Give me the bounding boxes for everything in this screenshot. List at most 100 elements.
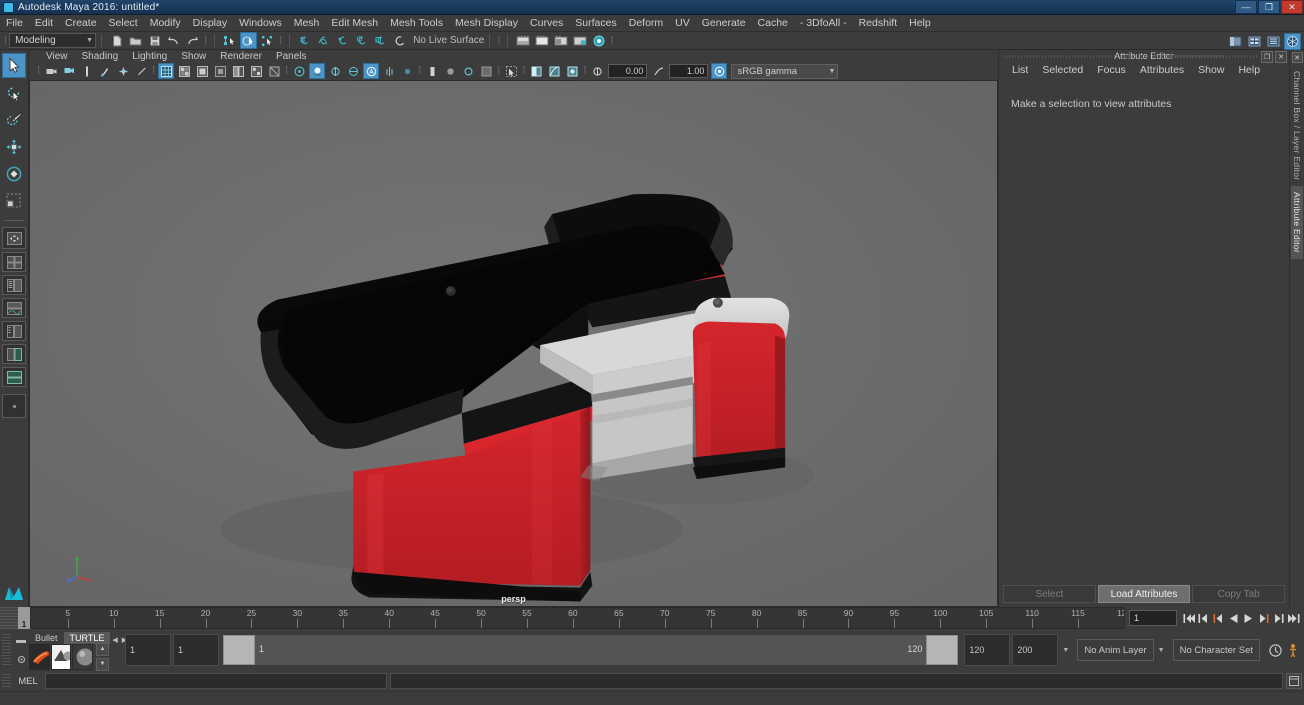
command-line-grip[interactable] (2, 674, 11, 688)
ae-menu-selected[interactable]: Selected (1035, 62, 1090, 78)
ae-menu-attributes[interactable]: Attributes (1133, 62, 1191, 78)
shelf-menu-icon[interactable]: ▬ (16, 635, 26, 646)
wireframe-on-shaded-icon[interactable] (230, 63, 246, 79)
flat-shade-icon[interactable] (212, 63, 228, 79)
gamma-display-icon[interactable] (546, 63, 562, 79)
menu-uv[interactable]: UV (669, 15, 696, 31)
viewport-menu-renderer[interactable]: Renderer (213, 50, 269, 63)
viewport-menu-panels[interactable]: Panels (269, 50, 314, 63)
camera-attributes-icon[interactable] (79, 63, 95, 79)
view-transform-selector[interactable]: sRGB gamma ▼ (731, 63, 839, 79)
new-scene-icon[interactable] (108, 32, 125, 49)
exposure-display-icon[interactable] (528, 63, 544, 79)
hypershade-persp-layout[interactable] (2, 344, 26, 364)
status-line-grip[interactable]: ⁞ (4, 35, 7, 47)
ae-menu-focus[interactable]: Focus (1090, 62, 1133, 78)
command-input[interactable] (45, 673, 387, 689)
undo-icon[interactable] (165, 32, 182, 49)
exposure-value-field[interactable]: 0.00 (608, 64, 648, 79)
redo-icon[interactable] (184, 32, 201, 49)
anim-layer-selector[interactable]: No Anim Layer (1077, 639, 1154, 661)
xray-icon[interactable] (424, 63, 440, 79)
shelf-scroll-down-icon[interactable]: ▼ (96, 657, 110, 671)
menu-help[interactable]: Help (903, 15, 937, 31)
color-management-icon[interactable] (564, 63, 580, 79)
menu-mesh[interactable]: Mesh (288, 15, 326, 31)
menu-surfaces[interactable]: Surfaces (569, 15, 622, 31)
move-tool[interactable] (2, 134, 26, 159)
viewport-menu-lighting[interactable]: Lighting (125, 50, 174, 63)
menu-windows[interactable]: Windows (233, 15, 288, 31)
perspective-viewport[interactable]: persp (29, 80, 998, 607)
menu-cache[interactable]: Cache (752, 15, 794, 31)
snap-to-curve-icon[interactable] (315, 32, 332, 49)
shelf-tab-bullet[interactable]: Bullet (29, 632, 64, 644)
smooth-shade-all-icon[interactable] (176, 63, 192, 79)
rotate-tool[interactable] (2, 161, 26, 186)
panel-grip-right[interactable] (1169, 55, 1259, 58)
snap-to-point-icon[interactable] (334, 32, 351, 49)
shelf-scroll-up-icon[interactable]: ▲ (96, 642, 110, 656)
time-slider[interactable]: 5 10 15 20 25 30 35 40 45 50 55 60 65 70 75 80 85 90 95 100… (30, 607, 1125, 629)
menu-curves[interactable]: Curves (524, 15, 569, 31)
viewport-menu-show[interactable]: Show (174, 50, 213, 63)
persp-graph-editor-layout[interactable] (2, 298, 26, 318)
exposure-icon[interactable] (589, 63, 605, 79)
maximize-button[interactable]: ❐ (1258, 0, 1280, 14)
multisample-anti-aliasing-icon[interactable] (363, 63, 380, 80)
menu-edit-mesh[interactable]: Edit Mesh (325, 15, 384, 31)
menu-deform[interactable]: Deform (623, 15, 669, 31)
auto-keyframe-icon[interactable] (1266, 643, 1284, 658)
four-view-layout[interactable] (2, 252, 26, 272)
shaded-wireframe-toggle-icon[interactable] (478, 63, 494, 79)
hypershade-icon[interactable] (590, 32, 607, 49)
isolate-select-icon[interactable] (399, 63, 415, 79)
screen-space-ambient-occlusion-icon[interactable] (327, 63, 343, 79)
select-by-hierarchy-icon[interactable] (221, 32, 238, 49)
close-panel-button[interactable]: ✕ (1275, 51, 1287, 63)
xray-active-components-icon[interactable] (460, 63, 476, 79)
single-pane-layout[interactable] (2, 394, 26, 418)
menu-create[interactable]: Create (59, 15, 103, 31)
xray-joints-icon[interactable] (442, 63, 458, 79)
shelf-prev-icon[interactable]: ◀ (110, 636, 119, 644)
ae-menu-list[interactable]: List (1005, 62, 1035, 78)
select-camera-icon[interactable] (43, 63, 59, 79)
menu-mesh-tools[interactable]: Mesh Tools (384, 15, 449, 31)
menu-3dfoall[interactable]: - 3DfoAll - (794, 15, 853, 31)
gamma-value-field[interactable]: 1.00 (669, 64, 709, 79)
lasso-select-tool[interactable] (2, 80, 26, 105)
select-by-object-type-icon[interactable] (240, 32, 258, 49)
load-attributes-button[interactable]: Load Attributes (1097, 585, 1191, 603)
single-perspective-view-layout[interactable] (2, 227, 26, 249)
turtle-render-scene-icon[interactable] (50, 643, 72, 670)
image-plane-icon[interactable] (115, 63, 131, 79)
viewport-menu-view[interactable]: View (39, 50, 75, 63)
view-transform-icon[interactable] (711, 63, 728, 80)
show-hide-attribute-editor-icon[interactable] (1227, 33, 1244, 50)
range-start-time-field[interactable]: 1 (173, 634, 219, 666)
select-by-component-type-icon[interactable] (259, 32, 276, 49)
menu-modify[interactable]: Modify (144, 15, 187, 31)
open-render-view-icon[interactable] (514, 32, 531, 49)
smooth-shade-selected-icon[interactable] (194, 63, 210, 79)
use-all-lights-icon[interactable] (291, 63, 307, 79)
wireframe-icon[interactable] (158, 63, 175, 80)
go-to-start-button[interactable] (1182, 610, 1195, 626)
current-frame-marker[interactable]: 1 (18, 607, 30, 629)
outliner-persp-layout[interactable] (2, 321, 26, 341)
step-back-key-button[interactable] (1212, 610, 1225, 626)
range-slider-end-handle[interactable] (926, 635, 959, 665)
show-hide-channel-box-icon[interactable] (1265, 33, 1282, 50)
current-frame-field[interactable]: 1 (1129, 610, 1177, 626)
command-language-label[interactable]: MEL (11, 676, 45, 687)
step-back-frame-button[interactable] (1197, 610, 1210, 626)
go-to-end-button[interactable] (1287, 610, 1300, 626)
ipr-render-icon[interactable] (552, 32, 569, 49)
ae-menu-help[interactable]: Help (1231, 62, 1267, 78)
persp-render-view-layout[interactable] (2, 367, 26, 387)
menu-file[interactable]: File (0, 15, 29, 31)
copy-tab-button[interactable]: Copy Tab (1192, 585, 1286, 603)
animation-start-time-field[interactable]: 1 (125, 634, 171, 666)
attribute-editor-tab[interactable]: Attribute Editor (1291, 186, 1303, 260)
